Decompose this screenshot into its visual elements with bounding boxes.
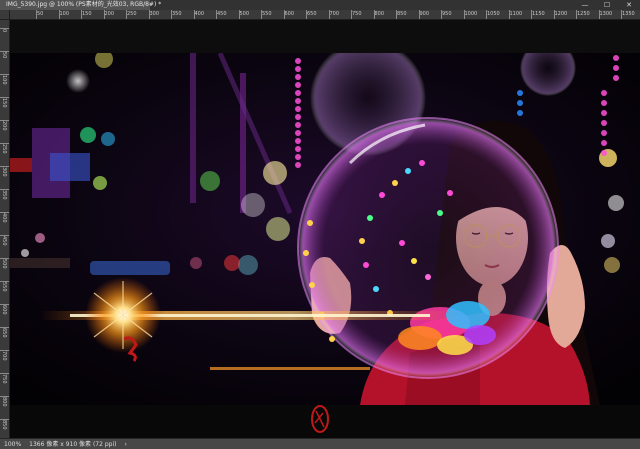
ruler-label: 400 xyxy=(194,11,205,17)
ruler-label: 1200 xyxy=(554,11,568,17)
ruler-label: 750 xyxy=(352,11,362,17)
ruler-label: 400 xyxy=(1,213,7,223)
ruler-label: 1100 xyxy=(509,11,523,17)
ruler-label: 1250 xyxy=(577,11,590,17)
vertical-ruler[interactable]: 0 50 100 150 200 250 300 350 400 450 500 550 600 650 7… xyxy=(0,20,10,438)
ruler-label: 700 xyxy=(1,351,7,361)
ruler-label: 100 xyxy=(59,11,70,17)
ruler-label: 150 xyxy=(1,98,7,108)
status-bar: 100% 1366 像素 x 910 像素 (72 ppi) › xyxy=(0,438,640,449)
document-title: IMG_5390.jpg @ 100% (PS素材的_光效03, RGB/8#)… xyxy=(6,1,162,8)
photo-image xyxy=(10,53,640,405)
window-controls: — ☐ ✕ xyxy=(574,0,640,10)
ruler-label: 50 xyxy=(1,52,7,59)
ruler-label: 1300 xyxy=(599,11,613,17)
ruler-label: 800 xyxy=(374,11,385,17)
canvas-bottom-band xyxy=(10,405,640,438)
ruler-label: 250 xyxy=(127,11,137,17)
maximize-icon[interactable]: ☐ xyxy=(596,0,618,10)
ruler-label: 1350 xyxy=(622,11,635,17)
ruler-label: 200 xyxy=(104,11,115,17)
ruler-label: 750 xyxy=(1,374,7,384)
ruler-label: 850 xyxy=(397,11,407,17)
ruler-label: 300 xyxy=(1,167,7,177)
ruler-label: 1050 xyxy=(487,11,500,17)
ruler-label: 0 xyxy=(1,29,7,33)
horizontal-ruler[interactable]: 50 100 150 200 250 300 350 400 450 500 550 600 650 70… xyxy=(0,10,640,20)
close-icon[interactable]: ✕ xyxy=(618,0,640,10)
ruler-label: 450 xyxy=(217,11,227,17)
ruler-label: 450 xyxy=(1,236,7,246)
ruler-label: 850 xyxy=(1,420,7,430)
ruler-label: 650 xyxy=(307,11,317,17)
ruler-label: 150 xyxy=(82,11,92,17)
ruler-label: 250 xyxy=(1,144,7,154)
title-bar: IMG_5390.jpg @ 100% (PS素材的_光效03, RGB/8#)… xyxy=(0,0,640,10)
ruler-origin[interactable] xyxy=(0,10,10,20)
ruler-label: 550 xyxy=(1,282,7,292)
document-tab[interactable]: IMG_5390.jpg @ 100% (PS素材的_光效03, RGB/8#)… xyxy=(0,0,161,10)
document-canvas[interactable] xyxy=(10,20,640,438)
ruler-label: 500 xyxy=(239,11,250,17)
ruler-label: 1000 xyxy=(464,11,478,17)
ruler-label: 200 xyxy=(1,121,7,131)
ruler-label: 700 xyxy=(329,11,340,17)
minimize-icon[interactable]: — xyxy=(574,0,596,10)
ruler-label: 1150 xyxy=(532,11,545,17)
ruler-label: 600 xyxy=(284,11,295,17)
ruler-label: 900 xyxy=(419,11,430,17)
ruler-label: 350 xyxy=(1,190,7,200)
ruler-label: 100 xyxy=(1,75,7,85)
ruler-label: 50 xyxy=(37,11,44,17)
ruler-label: 300 xyxy=(149,11,160,17)
ruler-label: 350 xyxy=(172,11,182,17)
red-seal-logo xyxy=(311,405,329,433)
document-info[interactable]: 1366 像素 x 910 像素 (72 ppi) xyxy=(29,439,116,449)
zoom-level[interactable]: 100% xyxy=(4,439,21,449)
ruler-label: 500 xyxy=(1,259,7,269)
ruler-label: 650 xyxy=(1,328,7,338)
ruler-label: 950 xyxy=(442,11,452,17)
ruler-label: 600 xyxy=(1,305,7,315)
ruler-label: 550 xyxy=(262,11,272,17)
chevron-right-icon[interactable]: › xyxy=(124,439,126,449)
ruler-label: 800 xyxy=(1,397,7,407)
photo-artwork xyxy=(10,53,640,405)
